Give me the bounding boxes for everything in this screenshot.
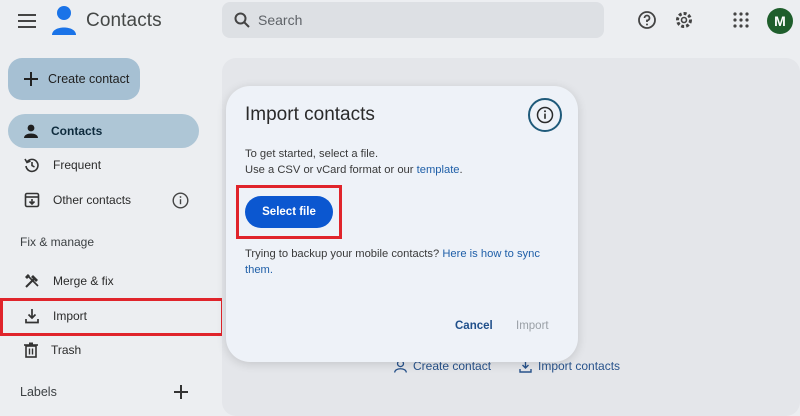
help-icon[interactable] bbox=[636, 9, 658, 31]
create-contact-label: Create contact bbox=[48, 72, 130, 86]
plus-icon bbox=[24, 72, 38, 86]
backup-prefix: Trying to backup your mobile contacts? bbox=[245, 248, 443, 260]
sidebar-item-label: Trash bbox=[51, 343, 82, 357]
search-icon bbox=[234, 12, 250, 28]
import-contacts-dialog: Import contacts To get started, select a… bbox=[226, 86, 578, 362]
import-highlight-box bbox=[0, 298, 224, 336]
dialog-intro-text: To get started, select a file. Use a CSV… bbox=[245, 146, 565, 178]
archive-down-icon bbox=[24, 192, 40, 208]
section-heading-fix-manage: Fix & manage bbox=[20, 235, 95, 249]
add-label-plus-icon[interactable] bbox=[172, 383, 190, 401]
sidebar-item-label: Contacts bbox=[51, 124, 103, 138]
apps-grid-icon[interactable] bbox=[731, 10, 751, 30]
app-title: Contacts bbox=[86, 10, 162, 31]
sidebar-item-trash[interactable]: Trash bbox=[8, 333, 199, 367]
account-avatar[interactable]: M bbox=[767, 8, 793, 34]
search-placeholder: Search bbox=[258, 12, 303, 28]
settings-gear-icon[interactable] bbox=[673, 9, 695, 31]
sidebar-item-label: Other contacts bbox=[53, 193, 132, 207]
sidebar-item-label: Merge & fix bbox=[53, 274, 114, 288]
intro-line-2: Use a CSV or vCard format or our templat… bbox=[245, 164, 463, 176]
dialog-title: Import contacts bbox=[245, 104, 375, 125]
info-icon[interactable] bbox=[171, 191, 189, 209]
import-button[interactable]: Import bbox=[516, 320, 549, 332]
history-icon bbox=[24, 157, 40, 173]
tools-icon bbox=[24, 273, 40, 289]
trash-icon bbox=[24, 342, 38, 358]
search-bar[interactable]: Search bbox=[222, 2, 604, 38]
person-icon bbox=[24, 124, 38, 138]
sidebar-item-label: Frequent bbox=[53, 158, 102, 172]
info-icon[interactable] bbox=[528, 98, 562, 132]
template-link[interactable]: template bbox=[417, 164, 460, 176]
sidebar-item-merge-fix[interactable]: Merge & fix bbox=[8, 264, 199, 298]
sync-help-link-cont[interactable]: them. bbox=[245, 262, 565, 278]
section-heading-labels: Labels bbox=[20, 385, 57, 399]
backup-text: Trying to backup your mobile contacts? H… bbox=[245, 246, 565, 278]
sync-help-link[interactable]: Here is how to sync bbox=[442, 248, 540, 260]
sidebar-item-contacts[interactable]: Contacts bbox=[8, 114, 199, 148]
select-file-highlight-box bbox=[236, 185, 342, 239]
intro-line-1: To get started, select a file. bbox=[245, 148, 379, 160]
cancel-button[interactable]: Cancel bbox=[455, 320, 493, 332]
create-contact-button[interactable]: Create contact bbox=[8, 58, 140, 100]
contacts-logo-icon bbox=[50, 4, 78, 36]
main-menu-icon[interactable] bbox=[16, 10, 38, 32]
sidebar-item-frequent[interactable]: Frequent bbox=[8, 148, 199, 182]
